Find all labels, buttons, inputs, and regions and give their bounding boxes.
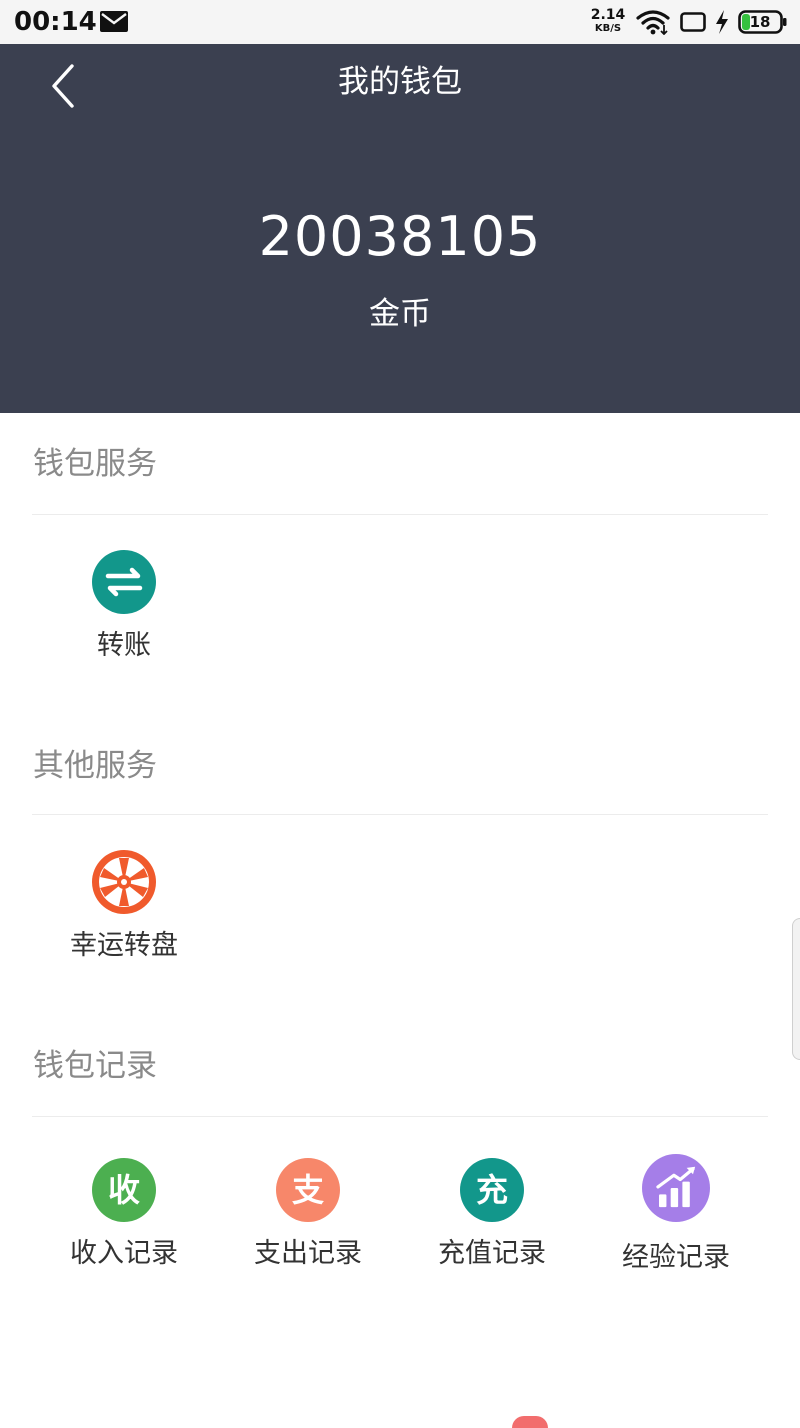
network-speed-value: 2.14 — [590, 7, 626, 23]
divider — [32, 814, 768, 815]
experience-chart-icon — [656, 1166, 696, 1208]
divider — [32, 514, 768, 515]
experience-records-button[interactable]: 经验记录 — [586, 1154, 766, 1294]
lucky-wheel-icon-badge — [92, 850, 156, 914]
divider — [32, 1116, 768, 1117]
income-icon: 收 — [92, 1158, 156, 1222]
transfer-label: 转账 — [97, 630, 151, 661]
wallet-header: 我的钱包 20038105 金币 — [0, 44, 800, 413]
transfer-arrows-icon — [105, 567, 143, 597]
page-title: 我的钱包 — [338, 64, 462, 100]
mail-icon — [100, 11, 128, 32]
experience-records-label: 经验记录 — [622, 1242, 730, 1273]
recharge-records-button[interactable]: 充 充值记录 — [402, 1158, 582, 1298]
side-pull-handle[interactable] — [792, 918, 800, 1060]
expense-glyph: 支 — [291, 1171, 324, 1209]
screen-rotation-icon — [680, 12, 706, 32]
transfer-icon-badge — [92, 550, 156, 614]
section-title-other-services: 其他服务 — [33, 748, 157, 784]
income-glyph: 收 — [107, 1171, 140, 1209]
recharge-icon: 充 — [460, 1158, 524, 1222]
status-time: 00:14 — [14, 7, 97, 37]
battery-level: 18 — [749, 13, 771, 31]
charging-bolt-icon — [716, 10, 728, 34]
transfer-button[interactable]: 转账 — [34, 550, 214, 690]
expense-records-button[interactable]: 支 支出记录 — [218, 1158, 398, 1298]
network-speed: 2.14 KB/S — [588, 8, 628, 38]
section-title-wallet-records: 钱包记录 — [33, 1048, 157, 1084]
section-title-wallet-services: 钱包服务 — [33, 446, 157, 482]
bottom-floating-button[interactable] — [512, 1416, 548, 1428]
lucky-wheel-button[interactable]: 幸运转盘 — [34, 850, 214, 990]
recharge-records-label: 充值记录 — [438, 1238, 546, 1269]
lucky-wheel-icon — [99, 857, 149, 907]
lucky-wheel-label: 幸运转盘 — [70, 930, 178, 961]
income-records-label: 收入记录 — [70, 1238, 178, 1269]
income-records-button[interactable]: 收 收入记录 — [34, 1158, 214, 1298]
network-speed-unit: KB/S — [594, 23, 622, 34]
experience-icon-badge — [642, 1154, 710, 1222]
expense-records-label: 支出记录 — [254, 1238, 362, 1269]
recharge-glyph: 充 — [475, 1171, 508, 1209]
status-bar: 00:14 2.14 KB/S 18 — [0, 0, 800, 44]
coin-balance-unit: 金币 — [369, 296, 431, 332]
expense-icon: 支 — [276, 1158, 340, 1222]
wifi-icon — [636, 10, 670, 35]
coin-balance: 20038105 — [258, 205, 542, 268]
